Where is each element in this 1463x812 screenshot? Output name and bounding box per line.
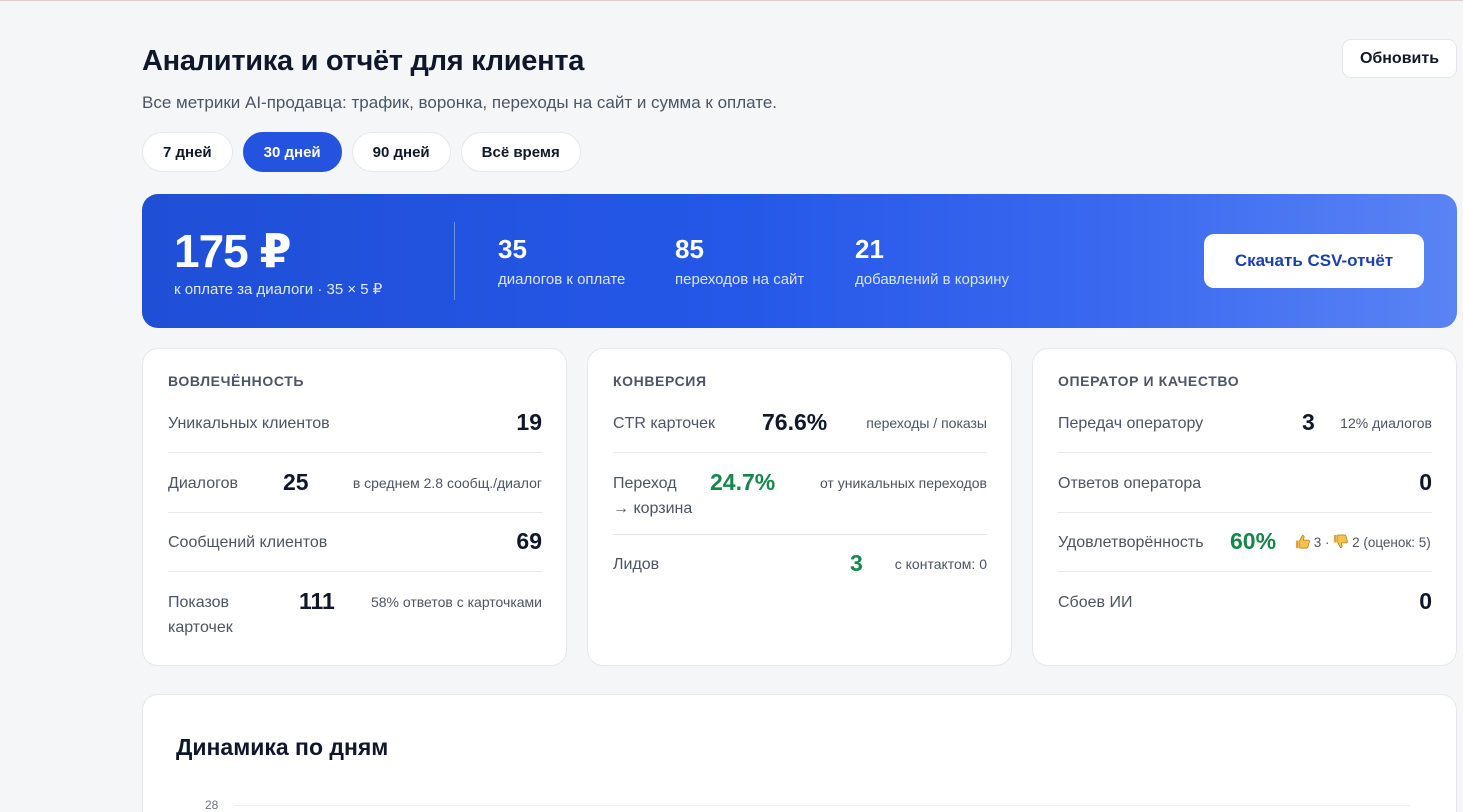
metric-value: 3 (1302, 409, 1315, 435)
metric-row: Передач оператору 3 12% диалогов (1058, 409, 1432, 453)
dislikes-count: 2 (оценок: 5) (1352, 535, 1431, 550)
metric-row: Уникальных клиентов 19 (168, 409, 542, 453)
tab-7-days[interactable]: 7 дней (142, 132, 233, 172)
summary-banner: 175 ₽ к оплате за диалоги · 35 × 5 ₽ 35 … (142, 194, 1457, 328)
metric-row: Лидов 3 с контактом: 0 (613, 550, 987, 594)
metric-value: 0 (1419, 469, 1432, 495)
y-axis-tick: 28 (205, 798, 219, 812)
tab-all-time[interactable]: Всё время (460, 132, 581, 172)
metric-value: 24.7% (710, 469, 776, 495)
metric-label: CTR карточек (613, 415, 716, 432)
total-caption: к оплате за диалоги · 35 × 5 ₽ (174, 281, 383, 298)
page-title: Аналитика и отчёт для клиента (142, 45, 585, 77)
stat-value: 21 (855, 234, 884, 264)
stat-label: переходов на сайт (675, 271, 805, 288)
stat-paid-dialogs: 35 диалогов к оплате (498, 234, 625, 288)
stat-site-visits: 85 переходов на сайт (675, 234, 804, 288)
card-title: ОПЕРАТОР И КАЧЕСТВО (1058, 373, 1240, 389)
metric-note: 12% диалогов (1340, 415, 1432, 431)
metric-note: с контактом: 0 (894, 556, 987, 572)
thumbs-up-icon (1295, 535, 1310, 549)
metric-label: Диалогов (168, 475, 238, 492)
stat-label: добавлений в корзину (855, 271, 1010, 288)
metric-label: Удовлетворённость (1058, 534, 1204, 551)
metric-label: Уникальных клиентов (168, 415, 330, 432)
likes-count: 3 · (1313, 535, 1330, 550)
metric-label: Переход → корзина (613, 471, 692, 521)
page-subtitle: Все метрики AI-продавца: трафик, воронка… (142, 93, 778, 112)
metric-label: Лидов (613, 556, 660, 573)
banner-divider (454, 222, 455, 300)
metric-note: в среднем 2.8 сообщ./диалог (352, 475, 542, 491)
metric-row: CTR карточек 76.6% переходы / показы (613, 409, 987, 453)
metric-label: Ответов оператора (1058, 475, 1202, 492)
metric-row: Показов карточек 111 58% ответов с карто… (168, 588, 542, 645)
stat-label: диалогов к оплате (498, 271, 626, 288)
refresh-button[interactable]: Обновить (1342, 39, 1457, 78)
metric-label-line: Переход (613, 475, 677, 492)
conversion-card: КОНВЕРСИЯ CTR карточек 76.6% переходы / … (587, 348, 1012, 666)
metric-row: Удовлетворённость 60% 3 · 2 (оценок: 5) (1058, 528, 1432, 572)
metric-value: 111 (299, 588, 335, 614)
card-title: ВОВЛЕЧЁННОСТЬ (168, 373, 305, 389)
metric-value: 0 (1419, 588, 1432, 614)
stat-value: 85 (675, 234, 704, 264)
metric-label-line: Показов (168, 594, 230, 611)
operator-quality-card: ОПЕРАТОР И КАЧЕСТВО Передач оператору 3 … (1032, 348, 1457, 666)
metric-row: Ответов оператора 0 (1058, 469, 1432, 513)
thumbs-down-icon (1334, 534, 1349, 548)
metric-label: Передач оператору (1058, 415, 1204, 432)
stat-value: 35 (498, 234, 527, 264)
tab-90-days[interactable]: 90 дней (351, 132, 451, 172)
metric-value: 76.6% (762, 409, 828, 435)
metric-value: 3 (850, 550, 863, 576)
metric-value: 60% (1230, 528, 1277, 554)
rating-breakdown: 3 · 2 (оценок: 5) (1295, 530, 1431, 555)
metric-value: 25 (283, 469, 309, 495)
metric-label: Сбоев ИИ (1058, 594, 1133, 611)
total-amount: 175 ₽ (174, 225, 292, 277)
metric-label: Показов карточек (168, 590, 233, 640)
metric-note: от уникальных переходов (819, 475, 987, 491)
download-csv-button[interactable]: Скачать CSV-отчёт (1204, 234, 1424, 288)
metric-label-line: → корзина (613, 500, 693, 517)
tab-30-days[interactable]: 30 дней (242, 132, 342, 172)
metric-row: Переход → корзина 24.7% от уникальных пе… (613, 469, 987, 535)
period-tabs: 7 дней 30 дней 90 дней Всё время (142, 132, 581, 172)
stat-cart-adds: 21 добавлений в корзину (855, 234, 1009, 288)
grid-line (234, 805, 1410, 806)
engagement-card: ВОВЛЕЧЁННОСТЬ Уникальных клиентов 19 Диа… (142, 348, 567, 666)
chart-title: Динамика по дням (176, 734, 389, 760)
metric-note: переходы / показы (866, 415, 987, 431)
metric-label-line: карточек (168, 619, 233, 636)
metric-row: Сбоев ИИ 0 (1058, 588, 1432, 632)
daily-dynamics-card: Динамика по дням 28 (142, 694, 1457, 812)
metric-row: Диалогов 25 в среднем 2.8 сообщ./диалог (168, 469, 542, 513)
metric-value: 19 (516, 409, 542, 435)
metric-label: Сообщений клиентов (168, 534, 328, 551)
metric-note: 58% ответов с карточками (370, 594, 542, 610)
metric-value: 69 (516, 528, 542, 554)
metric-row: Сообщений клиентов 69 (168, 528, 542, 572)
card-title: КОНВЕРСИЯ (613, 373, 707, 389)
